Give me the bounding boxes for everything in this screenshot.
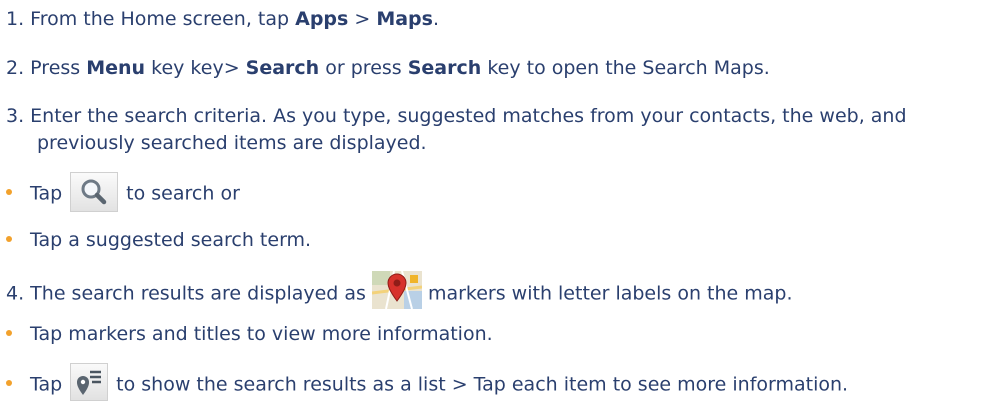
step-1: 1. From the Home screen, tap Apps > Maps… [6, 7, 439, 31]
step-2: 2. Press Menu key key> Search or press S… [6, 56, 770, 80]
map-marker-icon [371, 270, 423, 310]
step-3-bullet-2: Tap a suggested search term. [6, 228, 311, 252]
step-2-search-2: Search [407, 57, 482, 79]
bullet-1-text-pre: Tap [30, 182, 63, 205]
step-1-number: 1. [6, 8, 25, 30]
step-1-text-post: . [432, 8, 440, 30]
bullet-dot [6, 189, 12, 195]
bullet-1-text-post: to search or [126, 182, 240, 205]
step-3-line-1: 3. Enter the search criteria. As you typ… [6, 105, 907, 127]
step-2-text-mid1: key key> [145, 57, 246, 79]
step-1-text-mid: > [348, 8, 377, 30]
step-2-menu: Menu [86, 57, 146, 79]
step-4-bullet-2-text-pre: Tap [30, 373, 63, 396]
step-1-apps: Apps [295, 8, 349, 30]
step-1-maps: Maps [376, 8, 433, 30]
step-1-text-pre: From the Home screen, tap [24, 8, 296, 30]
results-list-icon [70, 363, 109, 401]
bullet-2-text: Tap a suggested search term. [30, 229, 312, 251]
bullet-dot [6, 235, 12, 242]
step-2-number: 2. [6, 57, 25, 79]
search-icon [70, 172, 119, 212]
step-4-bullet-1-text: Tap markers and titles to view more info… [30, 323, 493, 345]
step-4-bullet-1: Tap markers and titles to view more info… [6, 322, 493, 346]
step-3-bullet-1: Tap to search or [6, 172, 240, 214]
bullet-dot [6, 380, 12, 386]
step-4-text-post: markers with letter labels on the map. [427, 282, 793, 305]
step-2-text-mid2: or press [319, 57, 408, 79]
step-4: 4. The search results are displayed as m… [6, 270, 793, 313]
step-4-text-pre: 4. The search results are displayed as [6, 282, 366, 305]
step-4-bullet-2-text-post: to show the search results as a list > T… [116, 373, 849, 396]
bullet-dot [6, 329, 12, 336]
step-2-search-1: Search [245, 57, 320, 79]
step-4-bullet-2: Tap to show the search results as a list… [6, 363, 849, 404]
step-3-line-2: previously searched items are displayed. [37, 132, 427, 154]
step-2-text-post: key to open the Search Maps. [481, 57, 770, 79]
step-2-text-pre: Press [24, 57, 87, 79]
